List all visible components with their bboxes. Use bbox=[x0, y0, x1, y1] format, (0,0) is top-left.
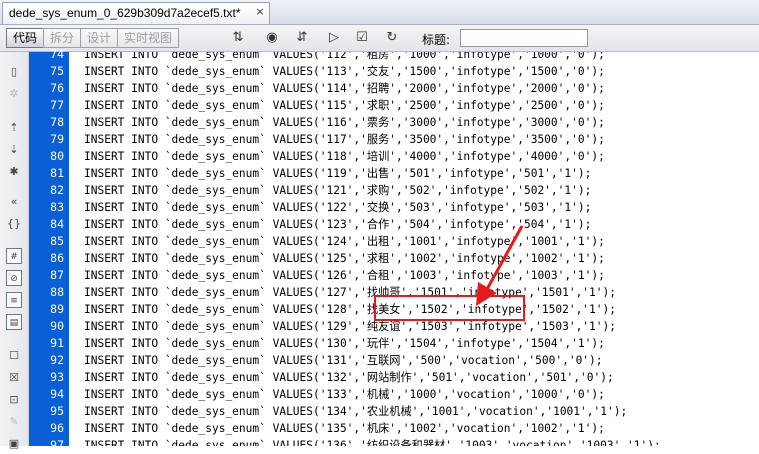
line-number: 88 bbox=[50, 285, 64, 299]
line-number: 80 bbox=[50, 149, 64, 163]
code-line[interactable]: INSERT INTO `dede_sys_enum` VALUES('115'… bbox=[84, 97, 605, 114]
line-number: 87 bbox=[50, 268, 64, 282]
wrap-tag-icon[interactable]: ⊡ bbox=[6, 392, 22, 408]
code-line[interactable]: INSERT INTO `dede_sys_enum` VALUES('123'… bbox=[84, 216, 591, 233]
code-line[interactable]: INSERT INTO `dede_sys_enum` VALUES('134'… bbox=[84, 403, 627, 420]
code-editor[interactable]: INSERT INTO `dede_sys_enum` VALUES('112'… bbox=[70, 52, 759, 446]
code-line[interactable]: INSERT INTO `dede_sys_enum` VALUES('118'… bbox=[84, 148, 605, 165]
code-line[interactable]: INSERT INTO `dede_sys_enum` VALUES('131'… bbox=[84, 352, 603, 369]
code-line[interactable]: INSERT INTO `dede_sys_enum` VALUES('122'… bbox=[84, 199, 591, 216]
document-tab-label: dede_sys_enum_0_629b309d7a2ecef5.txt* bbox=[9, 6, 241, 20]
title-label: 标题: bbox=[422, 33, 451, 47]
code-line[interactable]: INSERT INTO `dede_sys_enum` VALUES('133'… bbox=[84, 386, 605, 403]
code-line[interactable]: INSERT INTO `dede_sys_enum` VALUES('121'… bbox=[84, 182, 591, 199]
code-line[interactable]: INSERT INTO `dede_sys_enum` VALUES('117'… bbox=[84, 131, 605, 148]
code-line[interactable]: INSERT INTO `dede_sys_enum` VALUES('128'… bbox=[84, 301, 616, 318]
word-wrap-icon[interactable]: ≡ bbox=[6, 292, 22, 308]
syntax-coloring-icon[interactable]: ▤ bbox=[6, 314, 22, 330]
line-number: 82 bbox=[50, 183, 64, 197]
code-line[interactable]: INSERT INTO `dede_sys_enum` VALUES('116'… bbox=[84, 114, 605, 131]
visual-aids-icon[interactable]: ☑ bbox=[352, 29, 372, 47]
code-line[interactable]: INSERT INTO `dede_sys_enum` VALUES('132'… bbox=[84, 369, 614, 386]
code-line[interactable]: INSERT INTO `dede_sys_enum` VALUES('119'… bbox=[84, 165, 591, 182]
line-number: 96 bbox=[50, 421, 64, 435]
view-switcher: 代码 拆分 设计 实时视图 bbox=[6, 28, 180, 48]
code-line[interactable]: INSERT INTO `dede_sys_enum` VALUES('114'… bbox=[84, 80, 605, 97]
split-view-button[interactable]: 拆分 bbox=[43, 28, 82, 48]
line-number: 79 bbox=[50, 132, 64, 146]
line-number: 86 bbox=[50, 251, 64, 265]
close-icon[interactable]: × bbox=[254, 6, 266, 18]
recent-snippets-icon[interactable]: ✎ bbox=[6, 414, 22, 430]
code-line[interactable]: INSERT INTO `dede_sys_enum` VALUES('126'… bbox=[84, 267, 605, 284]
code-line[interactable]: INSERT INTO `dede_sys_enum` VALUES('130'… bbox=[84, 335, 605, 352]
highlight-invalid-icon[interactable]: ⊘ bbox=[6, 270, 22, 286]
collapse-tag-icon[interactable]: ⇡ bbox=[6, 120, 22, 136]
balance-braces-icon[interactable]: {} bbox=[6, 216, 22, 232]
open-document-icon[interactable]: ▯ bbox=[6, 64, 22, 80]
code-line[interactable]: INSERT INTO `dede_sys_enum` VALUES('112'… bbox=[84, 52, 605, 63]
coding-toolbar: ▯ ✲ ⇡ ⇣ ✱ « {} # ⊘ ≡ ▤ ☐ ☒ ⊡ ✎ ▣ bbox=[0, 52, 29, 450]
live-view-button[interactable]: 实时视图 bbox=[117, 28, 180, 48]
document-tab[interactable]: dede_sys_enum_0_629b309d7a2ecef5.txt* × bbox=[2, 2, 270, 24]
code-line[interactable]: INSERT INTO `dede_sys_enum` VALUES('113'… bbox=[84, 63, 605, 80]
code-line[interactable]: INSERT INTO `dede_sys_enum` VALUES('136'… bbox=[84, 437, 661, 446]
file-management-icon[interactable]: ⇅ bbox=[228, 29, 248, 47]
line-number-gutter: 74 75 76 77 78 79 80 81 82 83 84 85 86 87 88 89 90 91 92 93… bbox=[29, 47, 69, 452]
remove-comment-icon[interactable]: ☒ bbox=[6, 370, 22, 386]
title-input[interactable] bbox=[460, 29, 588, 47]
highlight-box bbox=[374, 295, 525, 321]
line-number: 78 bbox=[50, 115, 64, 129]
apply-comment-icon[interactable]: ☐ bbox=[6, 348, 22, 364]
line-number: 85 bbox=[50, 234, 64, 248]
line-numbers-icon[interactable]: # bbox=[6, 248, 22, 264]
line-number: 92 bbox=[50, 353, 64, 367]
expand-block-icon[interactable]: ⇣ bbox=[6, 142, 22, 158]
code-line[interactable]: INSERT INTO `dede_sys_enum` VALUES('135'… bbox=[84, 420, 605, 437]
line-number: 81 bbox=[50, 166, 64, 180]
line-number: 77 bbox=[50, 98, 64, 112]
document-toolbar: 代码 拆分 设计 实时视图 ⇅ ◉ ⇵ ▷ ☑ ↻ 标题: bbox=[0, 25, 759, 52]
line-number: 89 bbox=[50, 302, 64, 316]
refresh-design-icon[interactable]: ⇵ bbox=[292, 29, 312, 47]
line-number: 95 bbox=[50, 404, 64, 418]
code-line[interactable]: INSERT INTO `dede_sys_enum` VALUES('124'… bbox=[84, 233, 605, 250]
code-line[interactable]: INSERT INTO `dede_sys_enum` VALUES('127'… bbox=[84, 284, 616, 301]
line-number: 84 bbox=[50, 217, 64, 231]
code-line[interactable]: INSERT INTO `dede_sys_enum` VALUES('129'… bbox=[84, 318, 616, 335]
view-options-icon[interactable]: ▷ bbox=[324, 29, 344, 47]
line-number: 83 bbox=[50, 200, 64, 214]
line-number: 94 bbox=[50, 387, 64, 401]
design-view-button[interactable]: 设计 bbox=[80, 28, 119, 48]
line-number: 75 bbox=[50, 64, 64, 78]
line-number: 90 bbox=[50, 319, 64, 333]
line-number: 76 bbox=[50, 81, 64, 95]
expand-all-icon[interactable]: ✱ bbox=[6, 164, 22, 180]
settings-faded-icon[interactable]: ✲ bbox=[6, 86, 22, 102]
code-view-button[interactable]: 代码 bbox=[6, 28, 45, 48]
select-parent-tag-icon[interactable]: « bbox=[6, 194, 22, 210]
preview-globe-icon[interactable]: ◉ bbox=[262, 29, 282, 47]
code-line[interactable]: INSERT INTO `dede_sys_enum` VALUES('125'… bbox=[84, 250, 605, 267]
line-number: 91 bbox=[50, 336, 64, 350]
refresh-icon[interactable]: ↻ bbox=[382, 29, 402, 47]
line-number: 93 bbox=[50, 370, 64, 384]
document-tab-bar: dede_sys_enum_0_629b309d7a2ecef5.txt* × bbox=[0, 0, 759, 25]
line-number: 74 bbox=[50, 47, 64, 61]
move-css-icon[interactable]: ▣ bbox=[6, 436, 22, 452]
